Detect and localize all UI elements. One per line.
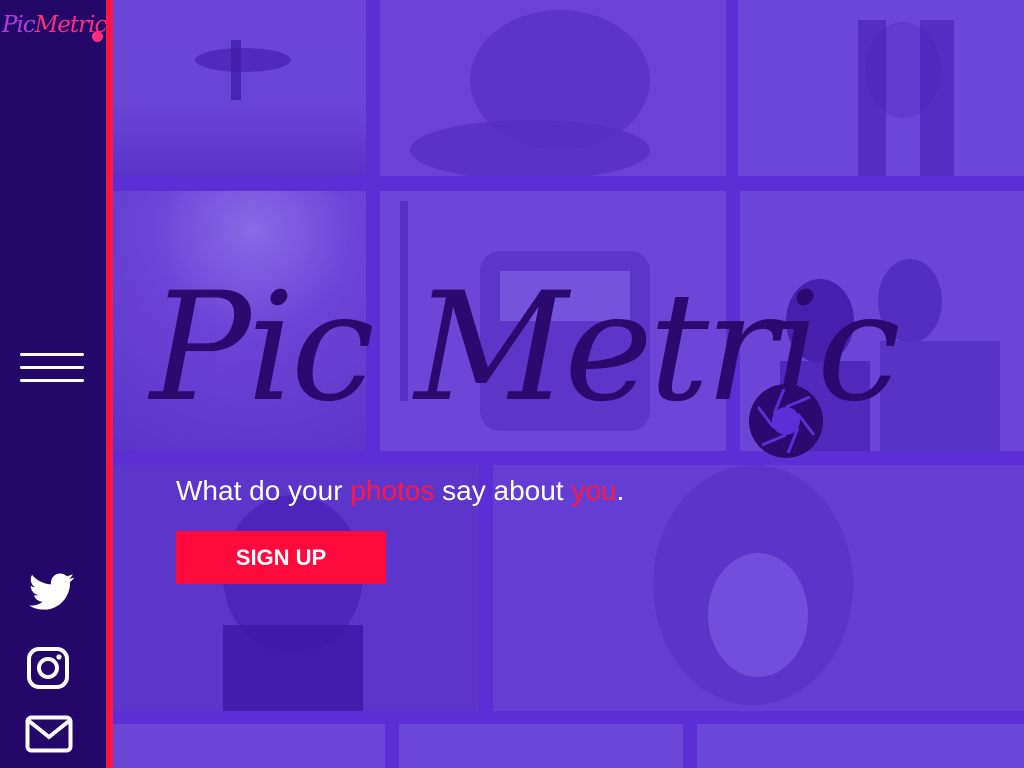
photo-tile-coconut xyxy=(380,0,726,176)
logo-word-pic: Pic xyxy=(2,12,36,38)
hamburger-menu-icon[interactable] xyxy=(20,352,86,386)
tagline-highlight-you: you xyxy=(571,475,617,506)
tagline-part-2: say about xyxy=(434,475,572,506)
menu-line xyxy=(20,366,84,369)
mail-icon[interactable] xyxy=(25,715,73,753)
sign-up-button[interactable]: SIGN UP xyxy=(176,531,386,584)
twitter-icon[interactable] xyxy=(29,573,75,611)
photo-tile-surfer xyxy=(113,0,366,176)
hero-logo-word-pic: Pic xyxy=(150,261,375,435)
photo-tile-portrait-woman xyxy=(738,0,1024,176)
photo-tile-bottom-1 xyxy=(113,724,385,768)
sidebar-accent-border xyxy=(106,0,113,768)
sidebar: PicMetric xyxy=(0,0,107,768)
instagram-icon[interactable] xyxy=(26,646,70,690)
tagline-part-3: . xyxy=(616,475,625,506)
photo-tile-bottom-2 xyxy=(399,724,683,768)
tagline-part-1: What do your xyxy=(176,475,351,506)
hero-logo-word-metric: Metric xyxy=(414,261,901,435)
photo-tile-bottom-3 xyxy=(697,724,1024,768)
menu-line xyxy=(20,379,84,382)
landing-page: Pic Metric What do your photos say about… xyxy=(0,0,1024,768)
menu-line xyxy=(20,353,84,356)
tagline-highlight-photos: photos xyxy=(350,475,435,506)
sidebar-logo[interactable]: PicMetric xyxy=(2,10,107,40)
camera-shutter-icon xyxy=(748,383,824,459)
logo-shutter-icon xyxy=(92,31,103,42)
hero-tagline: What do your photos say about you. xyxy=(176,472,624,510)
